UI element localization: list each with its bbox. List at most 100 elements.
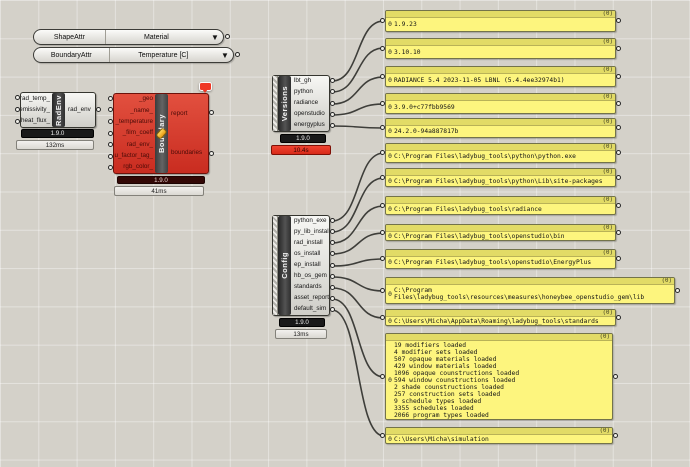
output-port-nub[interactable] bbox=[616, 150, 621, 155]
output-port-nub[interactable] bbox=[675, 287, 680, 293]
output-port-nub[interactable] bbox=[616, 125, 621, 130]
input-port-nub[interactable] bbox=[15, 119, 20, 124]
panel-text: C:\Program Files\ladybug_tools\python\Li… bbox=[394, 177, 615, 186]
component-config[interactable]: Config python_exe py_lib_install rad_instal… bbox=[272, 215, 330, 316]
output-port-nub[interactable] bbox=[96, 107, 101, 112]
component-name-bar[interactable]: Config bbox=[278, 216, 291, 315]
wire[interactable] bbox=[331, 205, 385, 244]
output-port-nub[interactable] bbox=[330, 77, 335, 83]
component-name-bar[interactable]: Versions bbox=[278, 76, 291, 131]
output-port-nub[interactable] bbox=[616, 314, 621, 320]
wire[interactable] bbox=[331, 232, 385, 255]
dropdown-arrow-icon[interactable]: ▼ bbox=[217, 48, 233, 62]
grasshopper-canvas[interactable]: ShapeAttr Material ▼ BoundaryAttr Temperatur… bbox=[0, 0, 690, 467]
wire[interactable] bbox=[331, 298, 385, 378]
output-port-nub[interactable] bbox=[330, 217, 335, 223]
input-port-nub[interactable] bbox=[380, 256, 385, 261]
wire[interactable] bbox=[331, 20, 385, 82]
wire[interactable] bbox=[331, 258, 385, 267]
input-port-nub[interactable] bbox=[380, 174, 385, 180]
output-port-nub[interactable] bbox=[613, 432, 618, 438]
output-port-label: rad_install bbox=[294, 239, 323, 247]
component-name-bar[interactable]: RadEnv bbox=[52, 93, 65, 127]
input-port-nub[interactable] bbox=[380, 150, 385, 155]
output-port-nub[interactable] bbox=[613, 373, 618, 379]
output-port-nub[interactable] bbox=[616, 45, 621, 51]
panel-body: 0 C:\Program Files\ladybug_tools\python\p… bbox=[386, 151, 615, 162]
input-port-nub[interactable] bbox=[15, 107, 20, 112]
data-panel[interactable]: (0) 0 C:\Users\Micha\simulation bbox=[385, 427, 613, 444]
input-port-nub[interactable] bbox=[108, 130, 113, 136]
input-port-nub[interactable] bbox=[380, 202, 385, 208]
output-port-nub[interactable] bbox=[616, 18, 621, 23]
input-port-nub[interactable] bbox=[380, 432, 385, 438]
input-port-label: _film_coeff bbox=[122, 129, 153, 137]
input-port-nub[interactable] bbox=[108, 118, 113, 124]
data-panel[interactable]: (0) 0 C:\Program Files\ladybug_tools\pytho… bbox=[385, 168, 616, 187]
input-port-nub[interactable] bbox=[108, 153, 113, 159]
input-port-nub[interactable] bbox=[380, 229, 385, 235]
component-name-bar[interactable]: Boundary bbox=[155, 94, 168, 173]
output-port-nub[interactable] bbox=[330, 111, 335, 117]
output-port-label: energyplus bbox=[294, 121, 325, 129]
component-radenv[interactable]: rad_temp_ emissivity_ heat_flux_ RadEnv rad_… bbox=[20, 92, 96, 128]
data-panel[interactable]: (0) 0 C:\Program Files\ladybug_tools\pytho… bbox=[385, 143, 616, 163]
panel-text: C:\Program Files\ladybug_tools\resources… bbox=[394, 286, 674, 302]
output-port-nub[interactable] bbox=[330, 100, 335, 106]
value-list-shapeattr[interactable]: ShapeAttr Material ▼ bbox=[33, 29, 224, 45]
data-panel[interactable]: (0) 0 C:\Program Files\ladybug_tools\opens… bbox=[385, 249, 616, 269]
output-port-nub[interactable] bbox=[616, 202, 621, 208]
input-port-nub[interactable] bbox=[380, 287, 385, 293]
wire[interactable] bbox=[331, 309, 385, 437]
panel-header: (0) bbox=[386, 39, 615, 46]
data-panel[interactable]: (0) 0 24.2.0-94a887817b bbox=[385, 118, 616, 138]
error-balloon-icon[interactable] bbox=[199, 82, 212, 93]
output-port-nub[interactable] bbox=[225, 34, 230, 39]
output-port-nub[interactable] bbox=[616, 229, 621, 235]
input-port-nub[interactable] bbox=[380, 73, 385, 79]
input-port-nub[interactable] bbox=[15, 95, 20, 100]
output-port-nub[interactable] bbox=[616, 174, 621, 180]
component-boundary[interactable]: _geo _name_ _temperature _film_coeff rad_env… bbox=[113, 93, 209, 174]
data-panel[interactable]: (0) 0 C:\Program Files\ladybug_tools\resou… bbox=[385, 277, 675, 304]
output-port-nub[interactable] bbox=[616, 256, 621, 261]
data-panel[interactable]: (0) 0 19 modifiers loaded 4 modifier sets l… bbox=[385, 333, 613, 420]
data-panel[interactable]: (0) 0 C:\Users\Micha\AppData\Roaming\ladyb… bbox=[385, 309, 616, 326]
input-port-nub[interactable] bbox=[108, 95, 113, 101]
output-port-nub[interactable] bbox=[330, 262, 335, 268]
input-port-nub[interactable] bbox=[380, 373, 385, 379]
panel-item-count: (0) bbox=[602, 39, 613, 45]
input-port-nub[interactable] bbox=[380, 125, 385, 130]
output-port-nub[interactable] bbox=[330, 228, 335, 234]
output-port-nub[interactable] bbox=[616, 73, 621, 79]
input-port-nub[interactable] bbox=[380, 314, 385, 320]
wire[interactable] bbox=[331, 125, 385, 129]
panel-text-line: C:\Users\Micha\AppData\Roaming\ladybug_t… bbox=[394, 318, 599, 325]
output-port-nub[interactable] bbox=[616, 100, 621, 106]
dropdown-arrow-icon[interactable]: ▼ bbox=[207, 30, 223, 44]
output-port-nub[interactable] bbox=[209, 150, 214, 156]
data-panel[interactable]: (0) 0 C:\Program Files\ladybug_tools\radia… bbox=[385, 196, 616, 215]
wire[interactable] bbox=[331, 152, 385, 222]
value-list-selected-value[interactable]: Temperature [C] bbox=[110, 48, 217, 62]
output-port-nub[interactable] bbox=[330, 273, 335, 279]
wire[interactable] bbox=[331, 103, 385, 116]
panel-text: 19 modifiers loaded 4 modifier sets loade… bbox=[394, 341, 612, 419]
wire[interactable] bbox=[331, 47, 385, 93]
data-panel[interactable]: (0) 0 3.9.0+c77fbb9569 bbox=[385, 93, 616, 114]
panel-header: (0) bbox=[386, 225, 615, 232]
value-list-selected-value[interactable]: Material bbox=[106, 30, 207, 44]
component-versions[interactable]: Versions lbt_gh python radiance openstudio en… bbox=[272, 75, 330, 132]
input-port-nub[interactable] bbox=[380, 45, 385, 51]
input-port-nub[interactable] bbox=[380, 18, 385, 23]
output-port-nub[interactable] bbox=[330, 284, 335, 290]
panel-text-line: C:\Program Files\ladybug_tools\radiance bbox=[394, 205, 542, 213]
data-panel[interactable]: (0) 0 1.9.23 bbox=[385, 10, 616, 32]
output-port-nub[interactable] bbox=[235, 52, 240, 57]
input-port-nub[interactable] bbox=[380, 100, 385, 106]
data-panel[interactable]: (0) 0 RADIANCE 5.4 2023-11-05 LBNL (5.4.4e… bbox=[385, 66, 616, 87]
outputs-column: python_exe py_lib_install rad_install os_in… bbox=[291, 216, 329, 315]
data-panel[interactable]: (0) 0 C:\Program Files\ladybug_tools\opens… bbox=[385, 224, 616, 241]
data-panel[interactable]: (0) 0 3.10.10 bbox=[385, 38, 616, 59]
value-list-boundaryattr[interactable]: BoundaryAttr Temperature [C] ▼ bbox=[33, 47, 234, 63]
